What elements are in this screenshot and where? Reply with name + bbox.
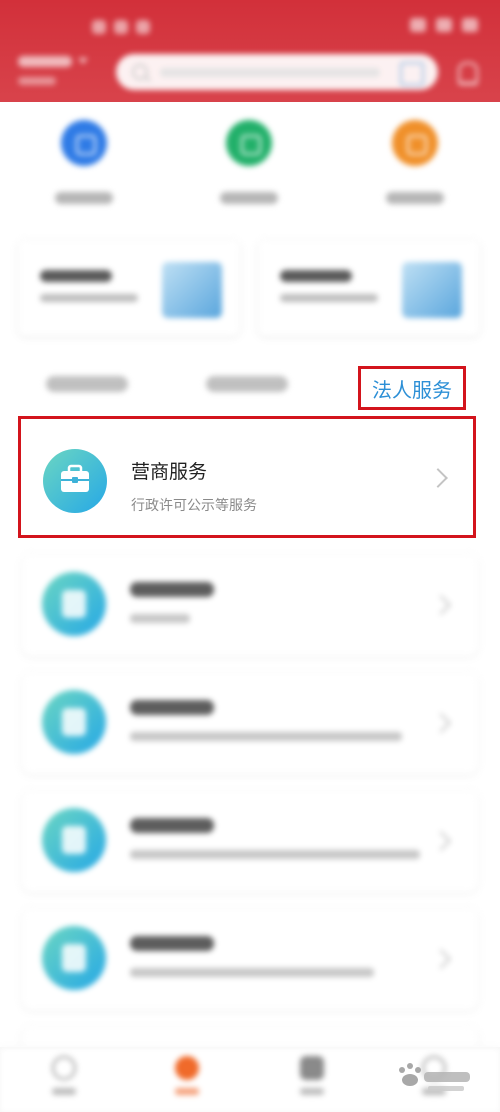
promo-card[interactable] bbox=[18, 240, 240, 336]
nav-label bbox=[300, 1088, 324, 1095]
location-selector[interactable] bbox=[18, 56, 96, 92]
home-icon bbox=[52, 1056, 76, 1080]
notification-icon bbox=[136, 20, 150, 34]
service-list-item[interactable] bbox=[22, 1026, 478, 1047]
certificate-icon bbox=[42, 690, 106, 754]
chevron-down-icon bbox=[78, 58, 88, 64]
promo-title bbox=[40, 270, 112, 282]
quick-action[interactable] bbox=[194, 120, 304, 204]
service-list-item[interactable] bbox=[22, 672, 478, 774]
document-icon bbox=[61, 120, 107, 166]
tab-label: 法人服务 bbox=[372, 377, 452, 402]
chevron-right-icon bbox=[431, 713, 451, 733]
quick-action-label bbox=[55, 192, 113, 204]
status-system-icons bbox=[410, 18, 478, 32]
briefcase-icon bbox=[43, 449, 107, 513]
service-subtitle: 行政许可公示等服务 bbox=[131, 498, 257, 514]
notification-icon bbox=[114, 20, 128, 34]
service-subtitle bbox=[130, 968, 374, 977]
service-title: 营商服务 bbox=[131, 461, 208, 483]
tab-legal-person-services[interactable]: 法人服务 bbox=[358, 366, 466, 410]
main-content: 法人服务 营商服务 行政许可公示等服务 bbox=[0, 102, 500, 1047]
shield-icon bbox=[42, 926, 106, 990]
hand-money-icon bbox=[42, 572, 106, 636]
service-title bbox=[130, 582, 214, 597]
quick-action[interactable] bbox=[360, 120, 470, 204]
promo-subtitle bbox=[40, 294, 138, 302]
service-title bbox=[130, 936, 214, 951]
signal-icon bbox=[410, 18, 426, 32]
award-icon bbox=[42, 808, 106, 872]
weather-text bbox=[18, 77, 56, 85]
service-title bbox=[130, 700, 214, 715]
nav-label bbox=[175, 1088, 199, 1095]
location-name bbox=[18, 56, 72, 67]
chevron-right-icon bbox=[428, 468, 448, 488]
battery-icon bbox=[462, 18, 478, 32]
chevron-right-icon bbox=[431, 831, 451, 851]
nav-services[interactable] bbox=[157, 1056, 217, 1104]
service-title bbox=[130, 818, 214, 833]
nav-home[interactable] bbox=[34, 1056, 94, 1104]
business-services-item[interactable]: 营商服务 行政许可公示等服务 bbox=[18, 416, 476, 538]
quick-action-label bbox=[386, 192, 444, 204]
scan-icon[interactable] bbox=[400, 62, 424, 86]
chevron-right-icon bbox=[431, 949, 451, 969]
chat-icon bbox=[226, 120, 272, 166]
promo-title bbox=[280, 270, 352, 282]
quick-actions bbox=[0, 120, 500, 230]
baidu-watermark-logo bbox=[388, 1058, 478, 1098]
app-header bbox=[0, 0, 500, 102]
notification-icon bbox=[92, 20, 106, 34]
service-list-item[interactable] bbox=[22, 908, 478, 1010]
quick-action-label bbox=[220, 192, 278, 204]
message-icon bbox=[300, 1056, 324, 1080]
bell-icon[interactable] bbox=[458, 62, 478, 85]
status-notification-icons bbox=[92, 20, 150, 34]
tab-theme[interactable] bbox=[46, 376, 128, 392]
search-placeholder bbox=[160, 68, 380, 77]
status-bar bbox=[0, 0, 500, 40]
promo-card[interactable] bbox=[258, 240, 480, 336]
clipboard-icon bbox=[402, 262, 462, 318]
search-bar[interactable] bbox=[116, 54, 438, 90]
service-subtitle bbox=[130, 850, 420, 859]
home-icon bbox=[392, 120, 438, 166]
service-list-item[interactable] bbox=[22, 790, 478, 892]
service-list-item[interactable] bbox=[22, 554, 478, 656]
tab-personal[interactable] bbox=[206, 376, 288, 392]
chevron-right-icon bbox=[431, 595, 451, 615]
search-icon bbox=[132, 64, 148, 80]
service-subtitle bbox=[130, 732, 402, 741]
quick-action[interactable] bbox=[29, 120, 139, 204]
promo-subtitle bbox=[280, 294, 378, 302]
service-subtitle bbox=[130, 614, 190, 623]
nav-label bbox=[52, 1088, 76, 1095]
wifi-icon bbox=[436, 18, 452, 32]
nav-messages[interactable] bbox=[282, 1056, 342, 1104]
envelope-icon bbox=[162, 262, 222, 318]
services-icon bbox=[175, 1056, 199, 1080]
